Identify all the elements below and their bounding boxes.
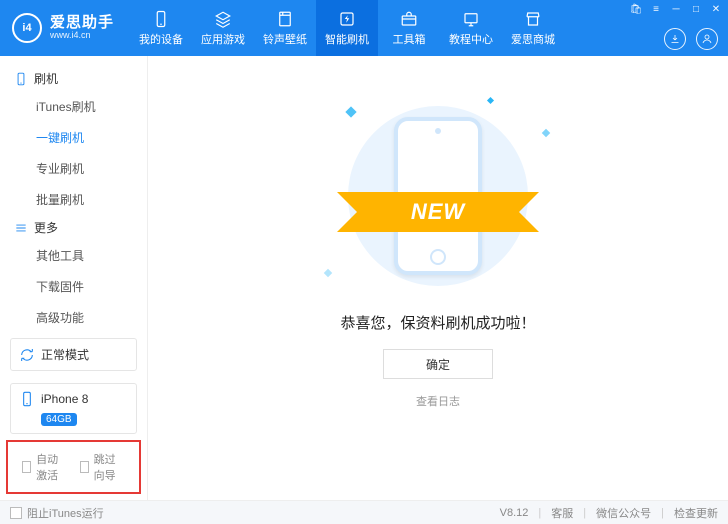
sidebar-item-1-0[interactable]: 其他工具 bbox=[0, 240, 147, 271]
view-log-link[interactable]: 查看日志 bbox=[416, 393, 460, 409]
sidebar-group-title: 刷机 bbox=[34, 70, 58, 87]
auto-activate-checkbox[interactable]: 自动激活 bbox=[22, 451, 68, 483]
sidebar-item-0-0[interactable]: iTunes刷机 bbox=[0, 91, 147, 122]
apps-icon bbox=[214, 10, 232, 28]
status-bar: 阻止iTunes运行 V8.12 | 客服 | 微信公众号 | 检查更新 bbox=[0, 500, 728, 524]
tab-apps[interactable]: 应用游戏 bbox=[192, 0, 254, 56]
tab-ringtone[interactable]: 铃声壁纸 bbox=[254, 0, 316, 56]
device-mode-box[interactable]: 正常模式 bbox=[10, 338, 137, 371]
refresh-icon bbox=[19, 347, 35, 363]
device-icon bbox=[14, 72, 28, 86]
footer-link-support[interactable]: 客服 bbox=[551, 505, 573, 521]
footer-link-wechat[interactable]: 微信公众号 bbox=[596, 505, 651, 521]
tutorial-icon bbox=[462, 10, 480, 28]
sidebar: 刷机 iTunes刷机一键刷机专业刷机批量刷机更多其他工具下载固件高级功能 正常模… bbox=[0, 56, 148, 500]
device-storage-badge: 64GB bbox=[41, 413, 77, 426]
auto-activate-label: 自动激活 bbox=[36, 451, 67, 483]
block-itunes-checkbox[interactable]: 阻止iTunes运行 bbox=[10, 505, 104, 521]
flash-icon bbox=[338, 10, 356, 28]
minimize-icon[interactable]: ─ bbox=[670, 3, 682, 15]
ribbon-text: NEW bbox=[411, 199, 465, 225]
device-info-box[interactable]: iPhone 8 64GB bbox=[10, 383, 137, 434]
brand-logo: i4 爱思助手 www.i4.cn bbox=[0, 13, 124, 43]
tab-label: 教程中心 bbox=[449, 31, 493, 47]
tab-flash[interactable]: 智能刷机 bbox=[316, 0, 378, 56]
sidebar-group-1: 更多 bbox=[0, 215, 147, 240]
close-icon[interactable]: ✕ bbox=[710, 3, 722, 15]
footer-link-update[interactable]: 检查更新 bbox=[674, 505, 718, 521]
window-controls: 🛍 ≡ ─ □ ✕ bbox=[630, 3, 722, 15]
phone-icon bbox=[19, 391, 35, 407]
sidebar-group-title: 更多 bbox=[34, 219, 58, 236]
header-tabs: 我的设备 应用游戏 铃声壁纸 智能刷机 工具箱 教程中心 爱思商城 bbox=[130, 0, 564, 56]
store-icon bbox=[524, 10, 542, 28]
tab-label: 我的设备 bbox=[139, 31, 183, 47]
device-name: iPhone 8 bbox=[41, 392, 88, 406]
maximize-icon[interactable]: □ bbox=[690, 3, 702, 15]
sidebar-item-0-3[interactable]: 批量刷机 bbox=[0, 184, 147, 215]
sidebar-item-0-1[interactable]: 一键刷机 bbox=[0, 122, 147, 153]
skip-guide-label: 跳过向导 bbox=[94, 451, 125, 483]
ringtone-icon bbox=[276, 10, 294, 28]
success-illustration: NEW bbox=[323, 96, 553, 296]
new-ribbon: NEW bbox=[363, 192, 513, 232]
brand-name: 爱思助手 bbox=[50, 15, 114, 32]
brand-site: www.i4.cn bbox=[50, 31, 114, 41]
success-message: 恭喜您，保资料刷机成功啦！ bbox=[340, 312, 535, 333]
brand-mark: i4 bbox=[12, 13, 42, 43]
sidebar-item-1-2[interactable]: 高级功能 bbox=[0, 302, 147, 332]
sidebar-group-0: 刷机 bbox=[0, 66, 147, 91]
main-content: NEW 恭喜您，保资料刷机成功啦！ 确定 查看日志 bbox=[148, 56, 728, 500]
cart-icon[interactable]: 🛍 bbox=[630, 3, 642, 15]
tab-store[interactable]: 爱思商城 bbox=[502, 0, 564, 56]
tab-label: 铃声壁纸 bbox=[263, 31, 307, 47]
download-center-button[interactable] bbox=[664, 28, 686, 50]
confirm-button[interactable]: 确定 bbox=[383, 349, 493, 379]
sidebar-item-0-2[interactable]: 专业刷机 bbox=[0, 153, 147, 184]
menu-icon[interactable]: ≡ bbox=[650, 3, 662, 15]
bottom-options-highlight: 自动激活 跳过向导 bbox=[6, 440, 141, 494]
tab-tutorial[interactable]: 教程中心 bbox=[440, 0, 502, 56]
toolbox-icon bbox=[400, 10, 418, 28]
device-mode-label: 正常模式 bbox=[41, 346, 89, 363]
tab-label: 爱思商城 bbox=[511, 31, 555, 47]
menu-icon bbox=[14, 221, 28, 235]
skip-guide-checkbox[interactable]: 跳过向导 bbox=[80, 451, 126, 483]
app-header: i4 爱思助手 www.i4.cn 我的设备 应用游戏 铃声壁纸 智能刷机 工具箱 教程中… bbox=[0, 0, 728, 56]
sidebar-item-1-1[interactable]: 下载固件 bbox=[0, 271, 147, 302]
device-icon bbox=[152, 10, 170, 28]
account-button[interactable] bbox=[696, 28, 718, 50]
tab-toolbox[interactable]: 工具箱 bbox=[378, 0, 440, 56]
tab-label: 应用游戏 bbox=[201, 31, 245, 47]
block-itunes-label: 阻止iTunes运行 bbox=[27, 505, 104, 521]
tab-device[interactable]: 我的设备 bbox=[130, 0, 192, 56]
version-label: V8.12 bbox=[500, 507, 529, 519]
tab-label: 智能刷机 bbox=[325, 31, 369, 47]
tab-label: 工具箱 bbox=[393, 31, 426, 47]
